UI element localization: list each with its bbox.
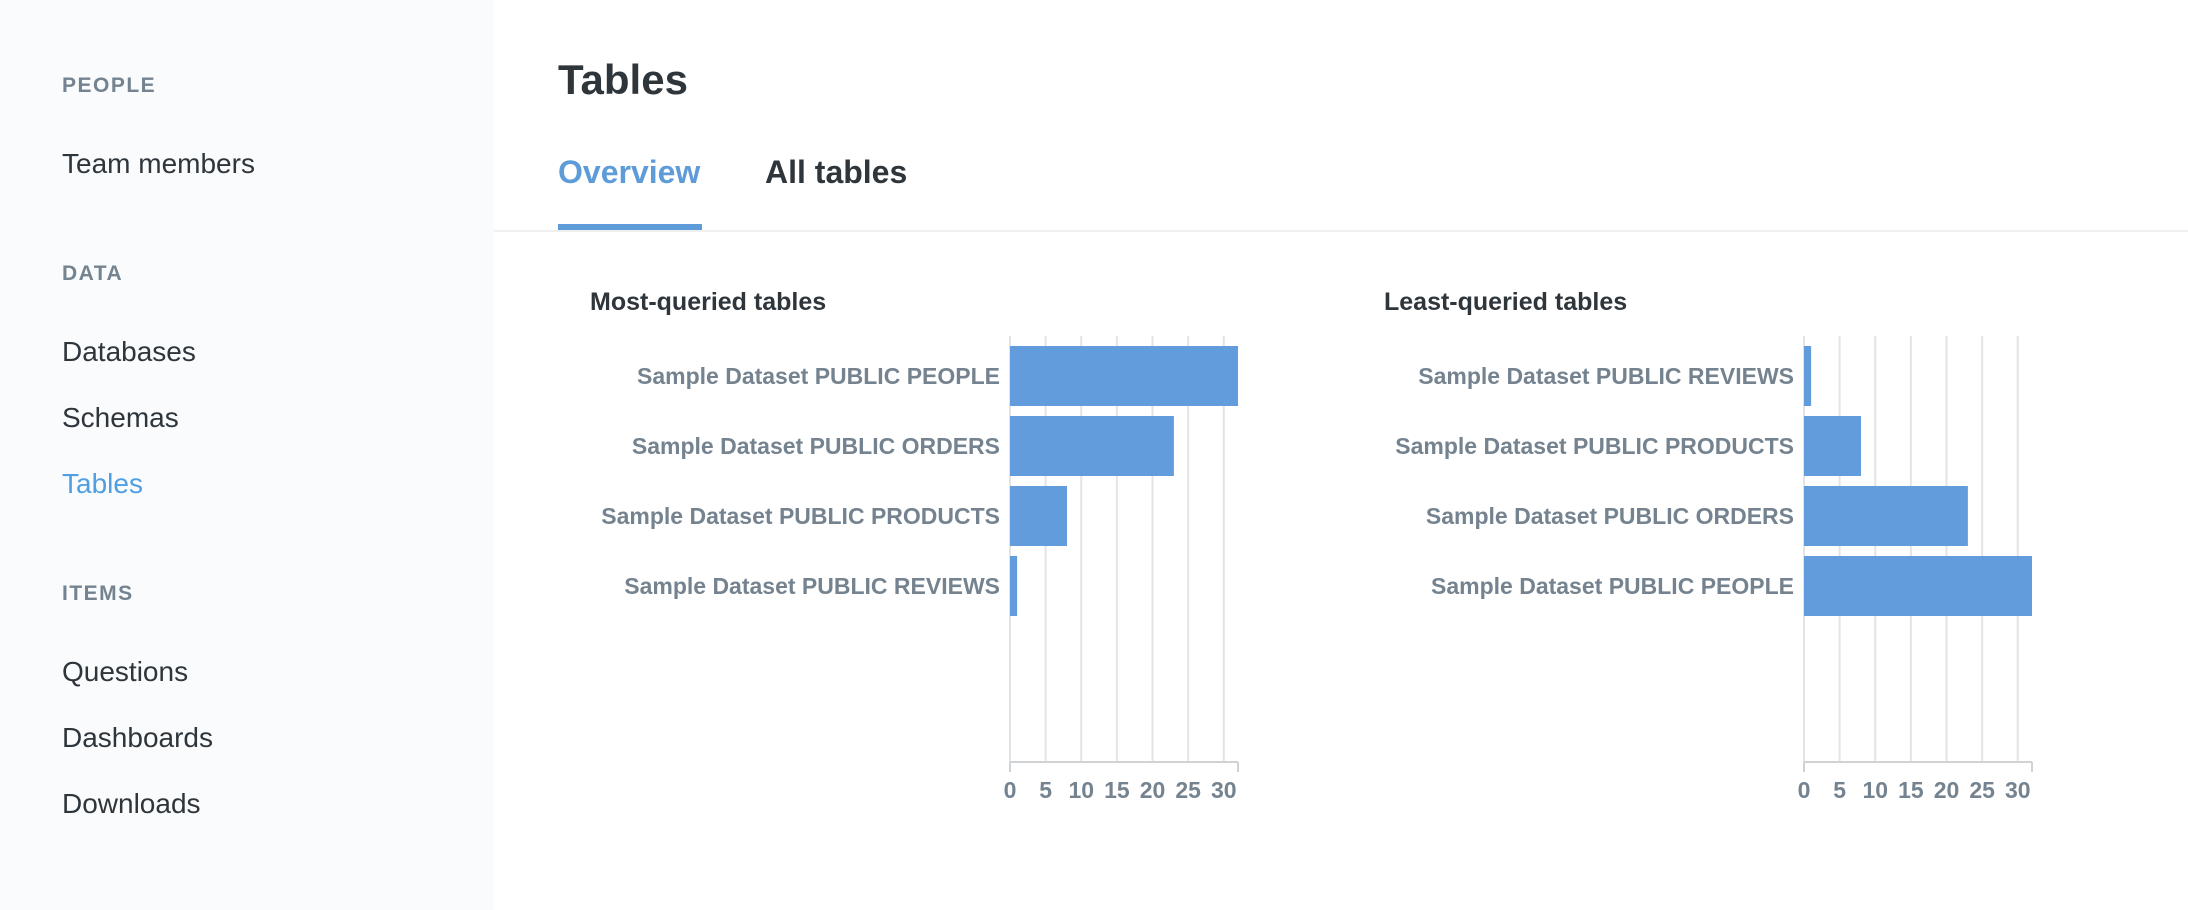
least-queried-title: Least-queried tables xyxy=(1384,288,1628,316)
x-tick-label: 0 xyxy=(1004,777,1017,803)
tabs-divider xyxy=(494,230,2188,232)
bar xyxy=(1804,486,1968,546)
bar xyxy=(1010,416,1174,476)
x-tick-label: 20 xyxy=(1934,777,1960,803)
x-tick-label: 25 xyxy=(1969,777,1995,803)
x-tick-label: 25 xyxy=(1175,777,1201,803)
page-title: Tables xyxy=(558,56,688,103)
bar-category-label: Sample Dataset PUBLIC PEOPLE xyxy=(1431,573,1794,599)
most-queried-chart: 0 5 10 15 20 25 30 Sample Dataset PUBLIC PEOPLE… xyxy=(601,336,1239,803)
sidebar-item-databases[interactable]: Databases xyxy=(62,336,196,368)
bar xyxy=(1804,416,1861,476)
x-tick-label: 5 xyxy=(1833,777,1846,803)
x-tick-label: 30 xyxy=(2005,777,2031,803)
x-tick-label: 15 xyxy=(1104,777,1130,803)
sidebar-item-team-members[interactable]: Team members xyxy=(62,148,255,180)
bar-category-label: Sample Dataset PUBLIC REVIEWS xyxy=(624,573,1000,599)
sidebar-item-downloads[interactable]: Downloads xyxy=(62,788,201,820)
bar-category-label: Sample Dataset PUBLIC ORDERS xyxy=(632,433,1000,459)
bar xyxy=(1010,346,1238,406)
tab-all-tables[interactable]: All tables xyxy=(765,154,907,191)
bar xyxy=(1010,556,1018,616)
sidebar: PEOPLE Team members DATA Databases Schem… xyxy=(0,0,494,910)
bar-category-label: Sample Dataset PUBLIC PRODUCTS xyxy=(1395,433,1794,459)
x-tick-label: 10 xyxy=(1862,777,1888,803)
bar-category-label: Sample Dataset PUBLIC PEOPLE xyxy=(637,363,1000,389)
x-tick-label: 30 xyxy=(1211,777,1237,803)
x-tick-label: 0 xyxy=(1798,777,1811,803)
x-tick-label: 5 xyxy=(1039,777,1052,803)
bar xyxy=(1804,346,1812,406)
tab-overview[interactable]: Overview xyxy=(558,154,700,191)
sidebar-item-schemas[interactable]: Schemas xyxy=(62,402,179,434)
least-queried-chart: 0 5 10 15 20 25 30 Sample Dataset PUBLIC REVIEW… xyxy=(1395,336,2033,803)
x-tick-label: 10 xyxy=(1068,777,1094,803)
sidebar-item-tables[interactable]: Tables xyxy=(62,468,143,500)
bar-category-label: Sample Dataset PUBLIC REVIEWS xyxy=(1418,363,1794,389)
most-queried-title: Most-queried tables xyxy=(590,288,827,316)
bar-category-label: Sample Dataset PUBLIC ORDERS xyxy=(1426,503,1794,529)
bar xyxy=(1010,486,1067,546)
sidebar-item-questions[interactable]: Questions xyxy=(62,656,188,688)
x-tick-label: 20 xyxy=(1140,777,1166,803)
sidebar-section-people: PEOPLE xyxy=(62,74,157,97)
x-tick-label: 15 xyxy=(1898,777,1924,803)
sidebar-item-dashboards[interactable]: Dashboards xyxy=(62,722,213,754)
bar-category-label: Sample Dataset PUBLIC PRODUCTS xyxy=(601,503,1000,529)
sidebar-section-items: ITEMS xyxy=(62,582,134,605)
bar xyxy=(1804,556,2032,616)
sidebar-section-data: DATA xyxy=(62,262,124,285)
